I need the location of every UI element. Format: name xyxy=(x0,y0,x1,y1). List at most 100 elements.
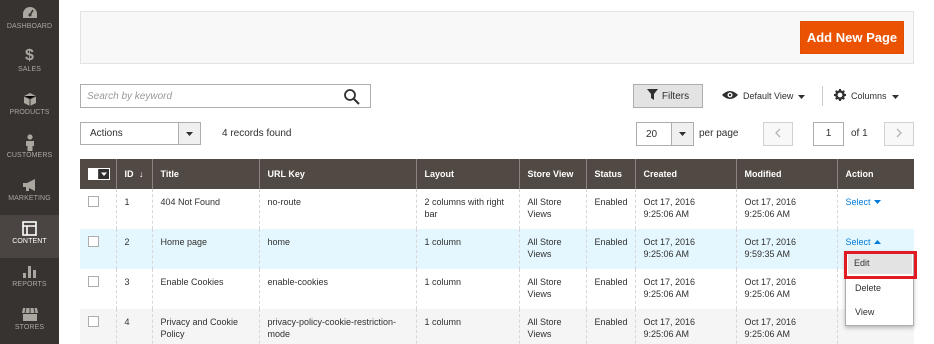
cell-status: Enabled xyxy=(585,309,635,344)
nav-item-products[interactable]: PRODUCTS xyxy=(0,86,59,129)
nav-item-stores[interactable]: STORES xyxy=(0,301,59,344)
table-row[interactable]: 3 Enable Cookies enable-cookies 1 column… xyxy=(80,269,914,309)
cell-store-view: All Store Views xyxy=(518,309,586,344)
cell-layout: 2 columns with right bar xyxy=(415,189,519,229)
cell-title: Privacy and Cookie Policy xyxy=(151,309,259,344)
cell-modified: Oct 17, 2016 9:25:06 AM xyxy=(735,189,837,229)
chevron-left-icon xyxy=(775,127,781,141)
filters-label: Filters xyxy=(661,90,690,102)
bar-chart-icon xyxy=(0,262,59,280)
table-row[interactable]: 4 Privacy and Cookie Policy privacy-poli… xyxy=(80,309,914,344)
search-box xyxy=(80,84,371,108)
column-header-modified[interactable]: Modified xyxy=(735,159,837,189)
nav-item-marketing[interactable]: MARKETING xyxy=(0,172,59,215)
caret-down-icon xyxy=(798,91,806,101)
cms-pages-grid: ID ↓ Title URL Key Layout Store View Sta… xyxy=(80,159,914,344)
action-menu-item-view[interactable]: View xyxy=(846,302,913,322)
nav-item-sales[interactable]: $ SALES xyxy=(0,43,59,86)
table-row[interactable]: 2 Home page home 1 column All Store View… xyxy=(80,229,914,269)
caret-down-icon xyxy=(671,123,693,145)
nav-label-marketing: MARKETING xyxy=(8,195,51,202)
cell-created: Oct 17, 2016 9:25:06 AM xyxy=(634,189,736,229)
table-row[interactable]: 1 404 Not Found no-route 2 columns with … xyxy=(80,189,914,229)
select-action-label: Select xyxy=(845,197,871,207)
column-header-store-view[interactable]: Store View xyxy=(518,159,586,189)
caret-up-icon xyxy=(873,240,881,244)
nav-label-products: PRODUCTS xyxy=(9,109,50,116)
column-header-created[interactable]: Created xyxy=(634,159,736,189)
cube-icon xyxy=(0,90,59,108)
cell-layout: 1 column xyxy=(415,229,519,269)
cell-id: 4 xyxy=(115,309,152,344)
eye-icon xyxy=(722,90,738,102)
filters-button[interactable]: Filters xyxy=(633,84,703,108)
page-actions-bar xyxy=(80,11,914,64)
caret-down-icon xyxy=(178,123,200,144)
page-size-select[interactable]: 20 xyxy=(636,122,694,146)
page-count-label: of 1 xyxy=(851,128,868,139)
add-new-page-button[interactable]: Add New Page xyxy=(800,21,904,54)
select-action-link[interactable]: Select xyxy=(846,236,881,248)
cell-modified: Oct 17, 2016 9:59:35 AM xyxy=(735,229,837,269)
next-page-button[interactable] xyxy=(884,122,914,146)
column-header-id[interactable]: ID ↓ xyxy=(115,159,152,189)
cell-created: Oct 17, 2016 9:25:06 AM xyxy=(634,269,736,309)
search-icon[interactable] xyxy=(343,88,361,106)
gear-icon xyxy=(834,89,846,103)
nav-label-stores: STORES xyxy=(14,324,45,331)
column-header-status[interactable]: Status xyxy=(585,159,635,189)
select-action-link[interactable]: Select xyxy=(846,196,881,208)
cell-action: Select xyxy=(836,189,914,229)
cell-title: Enable Cookies xyxy=(151,269,259,309)
search-input[interactable] xyxy=(87,87,337,105)
cell-url-key: privacy-policy-cookie-restriction-mode xyxy=(258,309,416,344)
dollar-icon: $ xyxy=(25,47,34,64)
caret-down-icon xyxy=(873,200,881,204)
row-checkbox[interactable] xyxy=(88,236,99,247)
row-checkbox[interactable] xyxy=(88,276,99,287)
nav-label-dashboard: DASHBOARD xyxy=(6,23,53,30)
mass-select-checkbox[interactable] xyxy=(88,167,110,180)
action-menu-item-edit-highlight[interactable]: Edit xyxy=(848,254,912,274)
layout-icon xyxy=(0,219,59,237)
cell-id: 2 xyxy=(115,229,152,269)
admin-sidebar: DASHBOARD $ SALES PRODUCTS CUSTOMERS MAR… xyxy=(0,0,59,344)
previous-page-button[interactable] xyxy=(763,122,793,146)
cell-store-view: All Store Views xyxy=(518,269,586,309)
nav-label-sales: SALES xyxy=(17,66,42,73)
nav-label-reports: REPORTS xyxy=(12,281,47,288)
current-page-input[interactable]: 1 xyxy=(813,122,844,146)
cell-url-key: no-route xyxy=(258,189,416,229)
row-checkbox[interactable] xyxy=(88,196,99,207)
nav-item-content[interactable]: CONTENT xyxy=(0,215,59,258)
mass-actions-select[interactable]: Actions xyxy=(80,122,201,145)
cell-store-view: All Store Views xyxy=(518,229,586,269)
nav-item-dashboard[interactable]: DASHBOARD xyxy=(0,0,59,43)
mass-select-header[interactable] xyxy=(80,159,116,189)
storefront-icon xyxy=(0,305,59,323)
cell-url-key: enable-cookies xyxy=(258,269,416,309)
columns-control[interactable]: Columns xyxy=(834,88,899,104)
caret-down-icon xyxy=(99,168,109,179)
caret-down-icon xyxy=(891,91,899,101)
nav-item-reports[interactable]: REPORTS xyxy=(0,258,59,301)
cell-created: Oct 17, 2016 9:25:06 AM xyxy=(634,309,736,344)
default-view-control[interactable]: Default View xyxy=(722,88,806,104)
row-checkbox[interactable] xyxy=(88,316,99,327)
nav-label-customers: CUSTOMERS xyxy=(6,152,53,159)
column-header-action: Action xyxy=(836,159,914,189)
cell-status: Enabled xyxy=(585,189,635,229)
chevron-right-icon xyxy=(896,127,902,141)
cell-layout: 1 column xyxy=(415,269,519,309)
action-menu-item-delete[interactable]: Delete xyxy=(846,278,913,298)
column-header-url-key[interactable]: URL Key xyxy=(258,159,416,189)
column-header-layout[interactable]: Layout xyxy=(415,159,519,189)
mass-actions-label: Actions xyxy=(90,128,123,139)
cell-modified: Oct 17, 2016 9:25:06 AM xyxy=(735,309,837,344)
nav-item-customers[interactable]: CUSTOMERS xyxy=(0,129,59,172)
cell-created: Oct 17, 2016 9:25:06 AM xyxy=(634,229,736,269)
cell-id: 3 xyxy=(115,269,152,309)
column-header-title[interactable]: Title xyxy=(151,159,259,189)
cell-url-key: home xyxy=(258,229,416,269)
dashboard-icon xyxy=(0,4,59,22)
